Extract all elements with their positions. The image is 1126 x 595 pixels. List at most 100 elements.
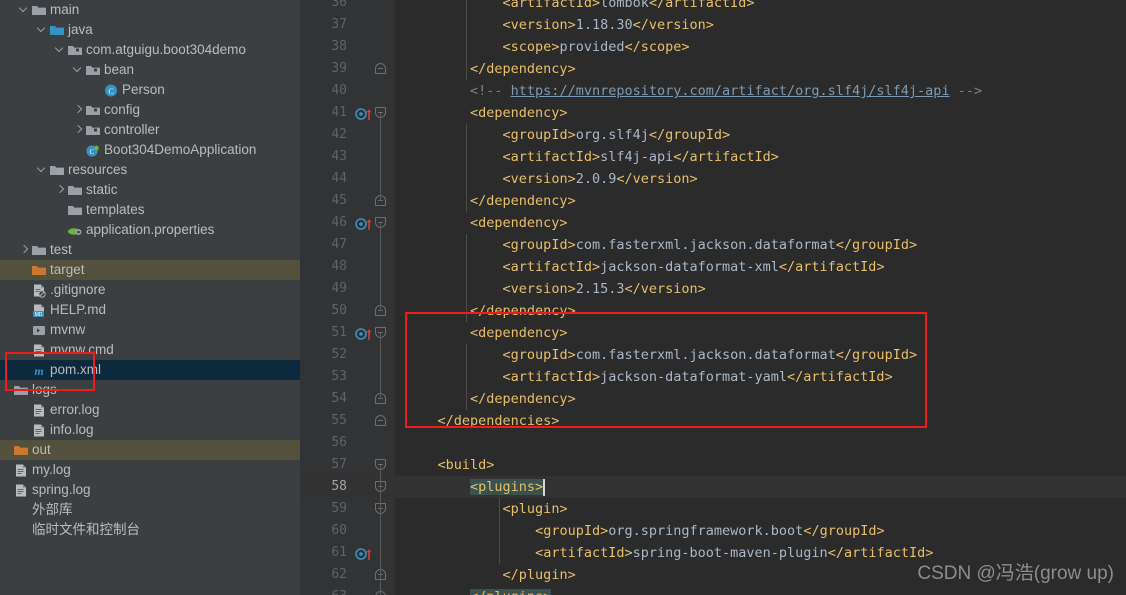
tree-item-mvnw[interactable]: mvnw bbox=[0, 320, 300, 340]
project-tree-panel[interactable]: main java com.atguigu.boot304demo bean CP… bbox=[0, 0, 300, 595]
code-line[interactable]: <dependency> bbox=[470, 322, 568, 344]
line-number: 43 bbox=[331, 149, 347, 164]
code-line[interactable]: <artifactId>lombok</artifactId> bbox=[503, 0, 755, 14]
code-line[interactable]: <groupId>org.springframework.boot</group… bbox=[535, 520, 885, 542]
tree-item-label: 临时文件和控制台 bbox=[32, 522, 140, 537]
fold-open-icon[interactable] bbox=[375, 322, 387, 344]
fold-open-icon[interactable] bbox=[375, 212, 387, 234]
code-line[interactable]: </dependencies> bbox=[438, 410, 560, 432]
tree-item-resources[interactable]: resources bbox=[0, 160, 300, 180]
tree-item-spring-log[interactable]: spring.log bbox=[0, 480, 300, 500]
code-editor[interactable]: <artifactId>lombok</artifactId> <version>… bbox=[300, 0, 1126, 595]
fold-open-icon[interactable] bbox=[375, 476, 387, 498]
tree-item-label: application.properties bbox=[86, 222, 215, 237]
tree-item-controller[interactable]: controller bbox=[0, 120, 300, 140]
tree-item-boot304demoapplication[interactable]: C Boot304DemoApplication bbox=[0, 140, 300, 160]
code-line[interactable]: <groupId>com.fasterxml.jackson.dataforma… bbox=[503, 234, 918, 256]
tree-item-error-log[interactable]: error.log bbox=[0, 400, 300, 420]
tree-item-application-properties[interactable]: application.properties bbox=[0, 220, 300, 240]
file-text-icon bbox=[30, 420, 47, 440]
code-line[interactable]: <groupId>org.slf4j</groupId> bbox=[503, 124, 731, 146]
tree-item-mvnw-cmd[interactable]: mvnw.cmd bbox=[0, 340, 300, 360]
tree-item-label: resources bbox=[68, 162, 128, 177]
code-line[interactable]: </plugin> bbox=[503, 564, 576, 586]
fold-open-icon[interactable] bbox=[375, 498, 387, 520]
code-line[interactable]: <plugins> bbox=[470, 476, 544, 498]
line-number: 45 bbox=[331, 193, 347, 208]
chevron-down-icon[interactable] bbox=[36, 160, 48, 180]
code-line[interactable]: <version>1.18.30</version> bbox=[503, 14, 714, 36]
chevron-down-icon[interactable] bbox=[18, 0, 30, 20]
chevron-down-icon[interactable] bbox=[54, 40, 66, 60]
fold-close-icon[interactable] bbox=[375, 190, 387, 212]
code-line[interactable]: <groupId>com.fasterxml.jackson.dataforma… bbox=[503, 344, 918, 366]
ide-window: main java com.atguigu.boot304demo bean CP… bbox=[0, 0, 1126, 595]
tree-item-person[interactable]: C Person bbox=[0, 80, 300, 100]
code-line[interactable]: </dependency> bbox=[470, 58, 576, 80]
folder-grey-icon bbox=[66, 180, 83, 200]
code-line[interactable]: <dependency> bbox=[470, 102, 568, 124]
code-line[interactable]: <artifactId>slf4j-api</artifactId> bbox=[503, 146, 779, 168]
tree-item-com-atguigu-boot304demo[interactable]: com.atguigu.boot304demo bbox=[0, 40, 300, 60]
code-line[interactable]: <artifactId>spring-boot-maven-plugin</ar… bbox=[535, 542, 933, 564]
chevron-right-icon[interactable] bbox=[54, 180, 66, 200]
tree-item-info-log[interactable]: info.log bbox=[0, 420, 300, 440]
tree-item-out[interactable]: out bbox=[0, 440, 300, 460]
line-number: 50 bbox=[331, 303, 347, 318]
tree-item-[interactable]: 临时文件和控制台 bbox=[0, 520, 300, 540]
tree-item-gitignore[interactable]: .gitignore bbox=[0, 280, 300, 300]
folder-grey-icon bbox=[66, 200, 83, 220]
tree-item-static[interactable]: static bbox=[0, 180, 300, 200]
editor-gutter[interactable]: 36 37 38 39 40 41 42 43 44 45 46 47 48 49 50 51 52 53 5… bbox=[300, 0, 395, 595]
tree-item-pom-xml[interactable]: m pom.xml bbox=[0, 360, 300, 380]
fold-close-icon[interactable] bbox=[375, 300, 387, 322]
package-icon bbox=[84, 120, 101, 140]
tree-item-my-log[interactable]: my.log bbox=[0, 460, 300, 480]
code-line[interactable]: </dependency> bbox=[470, 300, 576, 322]
file-script-icon bbox=[30, 320, 47, 340]
code-line[interactable]: <artifactId>jackson-dataformat-xml</arti… bbox=[503, 256, 885, 278]
chevron-right-icon[interactable] bbox=[72, 120, 84, 140]
tree-item-label: my.log bbox=[32, 462, 71, 477]
code-line[interactable]: <plugin> bbox=[503, 498, 568, 520]
tree-item-help-md[interactable]: MD HELP.md bbox=[0, 300, 300, 320]
tree-item-logs[interactable]: logs bbox=[0, 380, 300, 400]
tree-item-templates[interactable]: templates bbox=[0, 200, 300, 220]
code-line[interactable]: <build> bbox=[438, 454, 495, 476]
tree-item-target[interactable]: target bbox=[0, 260, 300, 280]
tree-item-[interactable]: 外部库 bbox=[0, 500, 300, 520]
tree-item-java[interactable]: java bbox=[0, 20, 300, 40]
tree-item-bean[interactable]: bean bbox=[0, 60, 300, 80]
tree-item-main[interactable]: main bbox=[0, 0, 300, 20]
package-icon bbox=[66, 40, 83, 60]
fold-open-icon[interactable] bbox=[375, 454, 387, 476]
chevron-right-icon[interactable] bbox=[72, 100, 84, 120]
fold-close-icon[interactable] bbox=[375, 410, 387, 432]
tree-item-config[interactable]: config bbox=[0, 100, 300, 120]
fold-open-icon[interactable] bbox=[375, 102, 387, 124]
fold-connector bbox=[380, 223, 381, 311]
fold-close-icon[interactable] bbox=[375, 564, 387, 586]
tree-item-test[interactable]: test bbox=[0, 240, 300, 260]
fold-close-icon[interactable] bbox=[375, 586, 387, 595]
code-line[interactable]: <scope>provided</scope> bbox=[503, 36, 690, 58]
code-line[interactable]: </plugins> bbox=[470, 586, 552, 595]
code-line[interactable]: <version>2.15.3</version> bbox=[503, 278, 706, 300]
folder-grey-icon bbox=[30, 240, 47, 260]
code-line[interactable]: <version>2.0.9</version> bbox=[503, 168, 698, 190]
fold-close-icon[interactable] bbox=[375, 58, 387, 80]
code-line[interactable]: <artifactId>jackson-dataformat-yaml</art… bbox=[503, 366, 893, 388]
chevron-right-icon[interactable] bbox=[18, 240, 30, 260]
code-line[interactable]: <!-- https://mvnrepository.com/artifact/… bbox=[470, 80, 982, 102]
code-line[interactable]: <dependency> bbox=[470, 212, 568, 234]
fold-close-icon[interactable] bbox=[375, 388, 387, 410]
code-line[interactable]: </dependency> bbox=[470, 388, 576, 410]
tree-item-label: Boot304DemoApplication bbox=[104, 142, 257, 157]
editor-code-area[interactable]: <artifactId>lombok</artifactId> <version>… bbox=[395, 0, 1126, 595]
chevron-down-icon[interactable] bbox=[36, 20, 48, 40]
spring-class-icon: C bbox=[84, 140, 101, 160]
code-line[interactable]: </dependency> bbox=[470, 190, 576, 212]
chevron-down-icon[interactable] bbox=[72, 60, 84, 80]
